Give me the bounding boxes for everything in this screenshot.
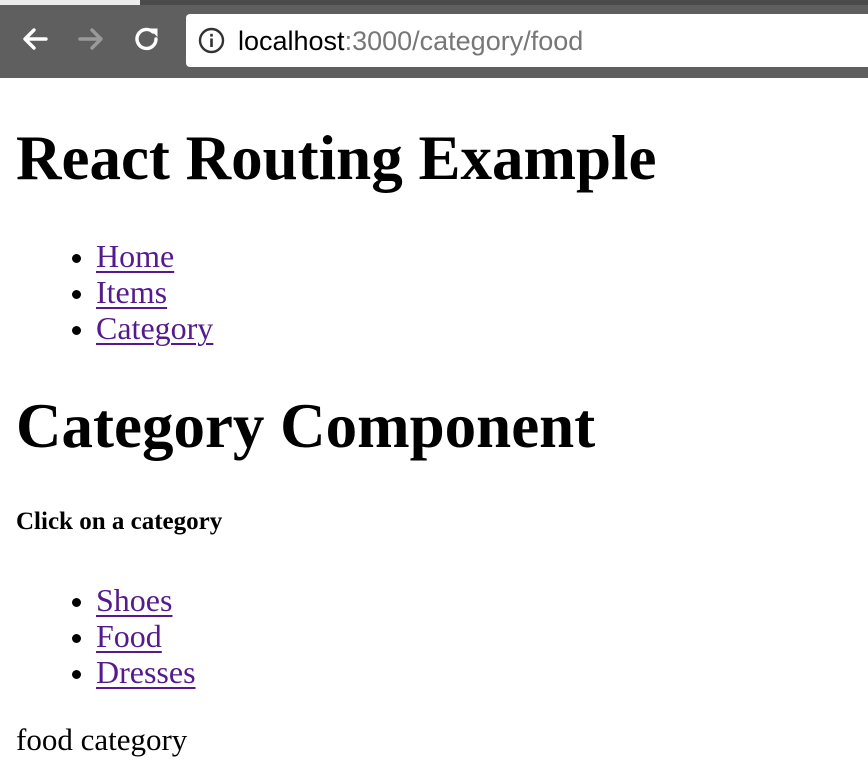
- category-item-food: Food: [96, 618, 196, 654]
- food-link[interactable]: Food: [96, 618, 162, 654]
- dresses-link[interactable]: Dresses: [96, 654, 196, 690]
- shoes-link[interactable]: Shoes: [96, 582, 172, 618]
- nav-item-home: Home: [96, 238, 213, 274]
- back-button[interactable]: [16, 20, 54, 58]
- component-title: Category Component: [16, 391, 596, 461]
- url-host: localhost: [238, 26, 345, 56]
- instruction-text: Click on a category: [16, 508, 223, 535]
- page-title: React Routing Example: [16, 123, 657, 193]
- arrow-left-icon: [23, 28, 48, 50]
- active-tab-edge[interactable]: [0, 0, 140, 5]
- nav-item-items: Items: [96, 274, 213, 310]
- nav-item-category: Category: [96, 310, 213, 346]
- items-link[interactable]: Items: [96, 274, 167, 310]
- main-nav: Home Items Category: [0, 238, 213, 346]
- info-icon[interactable]: [198, 27, 225, 54]
- category-item-shoes: Shoes: [96, 582, 196, 618]
- browser-toolbar: localhost:3000/category/food: [0, 0, 868, 78]
- category-result: food category: [16, 722, 188, 757]
- reload-button[interactable]: [128, 20, 166, 58]
- category-list: Shoes Food Dresses: [0, 582, 196, 690]
- url-text[interactable]: localhost:3000/category/food: [238, 25, 583, 57]
- category-item-dresses: Dresses: [96, 654, 196, 690]
- home-link[interactable]: Home: [96, 238, 174, 274]
- category-link[interactable]: Category: [96, 310, 213, 346]
- page-content: React Routing Example Home Items Categor…: [0, 78, 868, 770]
- address-bar[interactable]: localhost:3000/category/food: [186, 14, 868, 67]
- reload-icon: [135, 27, 158, 51]
- tab-strip: [0, 0, 868, 5]
- forward-button[interactable]: [72, 20, 110, 58]
- arrow-right-icon: [78, 28, 103, 50]
- url-path: :3000/category/food: [344, 26, 584, 56]
